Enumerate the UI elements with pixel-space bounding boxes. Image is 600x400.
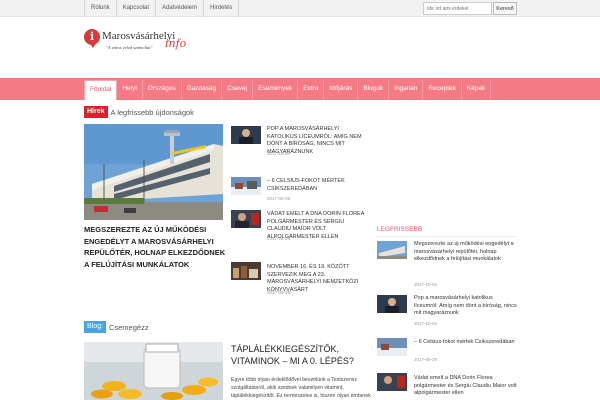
book-fair-icon [231, 262, 261, 280]
news-title-2[interactable]: – 6 Celsius-fokot mértek Csíkszeredában [267, 178, 367, 193]
airport-photo-icon [84, 124, 223, 220]
featured-title[interactable]: Megszerezte az új működési engedélyt a m… [84, 224, 229, 270]
sidebar-title-1[interactable]: Megszerezte az új működési engedélyt a m… [414, 241, 518, 264]
sidebar-title-2[interactable]: Pop a marosvásárhelyi katolikus líceumró… [414, 295, 518, 318]
nav-item-gazdasag[interactable]: Gazdaság [182, 80, 223, 100]
blog-excerpt: Egyre több olyan érdeklődővel beszélünk … [231, 377, 371, 399]
news-thumb-3[interactable] [231, 210, 261, 228]
sidebar-date-3: 2017-09-29 [414, 357, 438, 362]
nav-item-blogok[interactable]: Blogok [358, 80, 390, 100]
search-button[interactable]: Kereső [493, 2, 517, 15]
site-logo[interactable]: i Marosvásárhelyi info "A város veled sz… [84, 26, 194, 60]
top-link-kapcsolat[interactable]: Kapcsolat [117, 0, 157, 17]
sidebar-title-3[interactable]: – 6 Celsius-fokot mértek Csíkszeredában [414, 339, 518, 347]
sidebar-title-4[interactable]: Vádat emelt a DNA Dorin Florea polgármes… [414, 375, 518, 398]
news-section-header: Hírek A legfrissebb újdonságok [84, 106, 194, 118]
news-date-4: 2017-09-28 [267, 290, 291, 295]
top-link-hirdetes[interactable]: Hirdetés [204, 0, 240, 17]
top-link-adatvedelem[interactable]: Adatvédelem [156, 0, 205, 17]
main-navigation: Főoldal Helyi Országos Gazdaság Csevej E… [0, 78, 600, 100]
nav-item-receptek[interactable]: Receptek [423, 80, 462, 100]
top-links: Rólunk Kapcsolat Adatvédelem Hirdetés [84, 0, 240, 17]
portrait-thumb-icon [377, 295, 407, 313]
nav-item-esemenyek[interactable]: Események [253, 80, 299, 100]
sidebar-thumb-4[interactable] [377, 373, 407, 391]
news-tag: Hírek [84, 106, 108, 118]
sidebar-divider [377, 236, 517, 237]
nav-item-extra[interactable]: Extra [298, 80, 325, 100]
sidebar-thumb-3[interactable] [377, 338, 407, 356]
nav-item-helyi[interactable]: Helyi [117, 80, 143, 100]
winter-thumb-icon [377, 338, 407, 356]
news-date-3: 2017-09-28 [267, 236, 291, 241]
blog-section-header: Blog: Csemegézz [84, 321, 149, 333]
politician-thumb-icon [377, 373, 407, 391]
sidebar-thumb-2[interactable] [377, 295, 407, 313]
nav-item-ingatlan[interactable]: Ingatlan [389, 80, 424, 100]
news-date-2: 2017-09-29 [267, 196, 291, 201]
sidebar-date-1: 2017-10-04 [414, 282, 438, 287]
sidebar-date-2: 2017-10-04 [414, 321, 438, 326]
news-thumb-2[interactable] [231, 177, 261, 195]
info-bubble-tail [89, 42, 97, 48]
search-input[interactable] [423, 2, 492, 15]
top-link-rolunk[interactable]: Rólunk [84, 0, 117, 17]
winter-town-icon [231, 177, 261, 195]
nav-item-idojaras[interactable]: Időjárás [324, 80, 359, 100]
news-date-1: 2017-10-04 [267, 151, 291, 156]
sidebar-thumb-1[interactable] [377, 241, 407, 259]
blog-image[interactable] [84, 342, 223, 400]
blog-section-title: Csemegézz [108, 322, 149, 332]
blog-title[interactable]: Táplálékkiegészítők, vitaminok – mi a 0.… [231, 343, 371, 367]
vitamin-capsules-icon [84, 342, 223, 400]
airport-thumb-icon [377, 241, 407, 259]
portrait-icon [231, 126, 261, 144]
news-thumb-4[interactable] [231, 262, 261, 280]
logo-tagline: "A város veled számoltat" [106, 45, 153, 50]
nav-item-orszagos[interactable]: Országos [143, 80, 182, 100]
blog-tag: Blog: [84, 321, 106, 333]
nav-item-fooldal[interactable]: Főoldal [84, 80, 118, 100]
top-bar: Rólunk Kapcsolat Adatvédelem Hirdetés Ke… [0, 0, 600, 17]
news-section-title: A legfrissebb újdonságok [110, 107, 194, 117]
sidebar-heading: Legfrissebb [377, 226, 423, 233]
politician-portrait-icon [231, 210, 261, 228]
logo-suffix: info [165, 37, 187, 50]
nav-item-kepek[interactable]: Képek [462, 80, 492, 100]
featured-image[interactable] [84, 124, 223, 220]
news-thumb-1[interactable] [231, 126, 261, 144]
nav-item-csevej[interactable]: Csevej [222, 80, 254, 100]
